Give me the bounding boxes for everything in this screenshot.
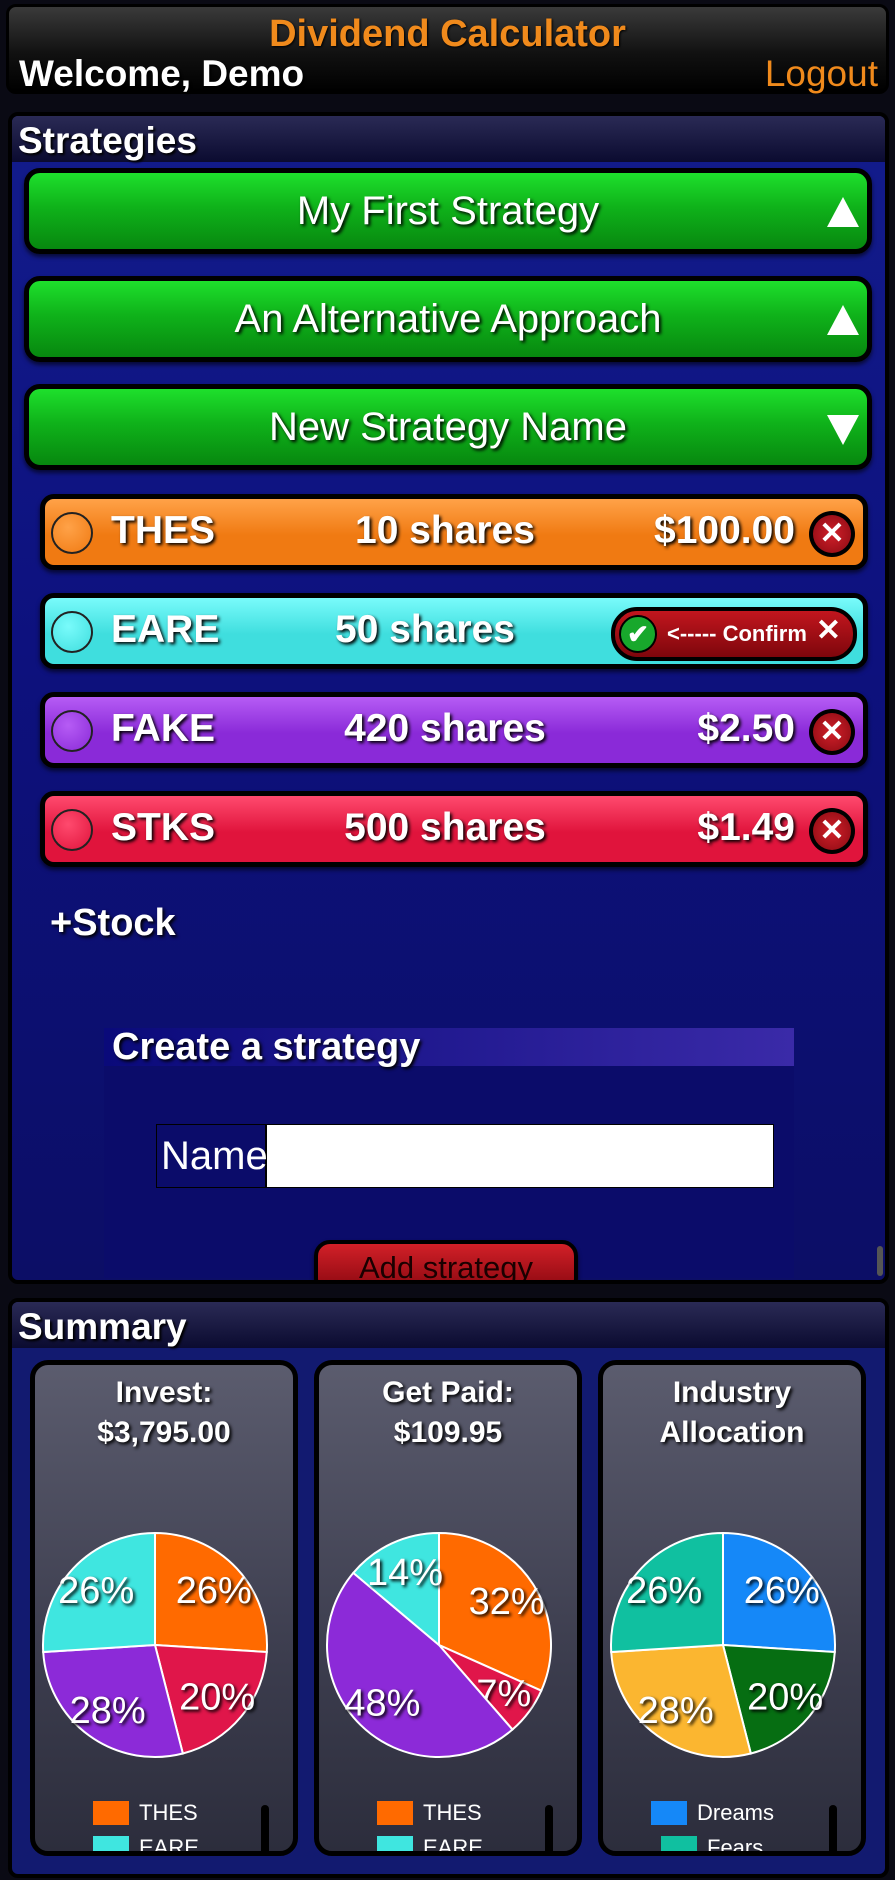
scrollbar[interactable] xyxy=(877,1246,883,1276)
strategies-header: Strategies xyxy=(12,116,885,162)
create-strategy-header: Create a strategy xyxy=(104,1026,794,1068)
confirm-delete-button[interactable]: ✔ <----- Confirm ✕ xyxy=(611,607,857,661)
create-strategy-form: Create a strategy Name Add strategy xyxy=(104,1026,794,1280)
stock-price: $100.00 xyxy=(654,509,795,552)
card-title-line: Invest: xyxy=(115,1376,213,1409)
legend-scrollbar[interactable] xyxy=(829,1805,837,1851)
stock-price: $1.49 xyxy=(697,806,795,849)
pie-slice-label: 26% xyxy=(744,1570,820,1612)
pie-slice-label: 20% xyxy=(179,1676,255,1718)
legend-swatch xyxy=(93,1801,129,1825)
delete-stock-button[interactable]: ✕ xyxy=(809,808,855,854)
expand-up-icon[interactable] xyxy=(827,305,859,335)
card-title: Invest: $3,795.00 xyxy=(35,1373,293,1453)
legend-swatch xyxy=(651,1801,687,1825)
pie-slice-label: 26% xyxy=(58,1570,134,1612)
stock-row[interactable]: STKS 500 shares $1.49 ✕ xyxy=(40,791,868,867)
card-title: Get Paid: $109.95 xyxy=(319,1373,577,1453)
summary-header: Summary xyxy=(12,1302,885,1348)
legend-scrollbar[interactable] xyxy=(261,1805,269,1851)
pie-slice-label: 28% xyxy=(70,1690,146,1732)
legend-swatch xyxy=(661,1836,697,1851)
app-header: Dividend Calculator Welcome, Demo Logout xyxy=(6,4,889,94)
pie-chart: 32%7%48%14% xyxy=(326,1531,552,1758)
card-title-line: Allocation xyxy=(659,1416,805,1449)
add-strategy-button[interactable]: Add strategy xyxy=(314,1240,578,1280)
close-icon: ✕ xyxy=(813,812,851,850)
stock-ticker: FAKE xyxy=(111,707,216,750)
strategy-name: An Alternative Approach xyxy=(234,297,662,341)
check-icon: ✔ xyxy=(619,615,657,653)
summary-card-industry: Industry Allocation 26% 20% 28% 26% Dreams F… xyxy=(598,1360,866,1856)
pie-chart: 26% 20% 28% 26% xyxy=(42,1531,268,1758)
summary-title: Summary xyxy=(18,1306,187,1347)
create-strategy-title: Create a strategy xyxy=(112,1026,421,1068)
stock-shares: 10 shares xyxy=(355,509,535,552)
logout-link[interactable]: Logout xyxy=(765,53,878,95)
legend-label: THES xyxy=(423,1800,482,1825)
confirm-label: <----- Confirm xyxy=(667,621,807,646)
legend-label: THES xyxy=(139,1800,198,1825)
summary-panel: Summary Invest: $3,795.00 26% 20% 28% 26% T… xyxy=(8,1298,889,1878)
strategy-item[interactable]: My First Strategy xyxy=(24,168,872,254)
close-icon: ✕ xyxy=(813,713,851,751)
collapse-down-icon[interactable] xyxy=(827,415,859,445)
app-title: Dividend Calculator xyxy=(269,13,626,55)
stock-select-radio[interactable] xyxy=(51,710,93,752)
legend-swatch xyxy=(377,1836,413,1851)
stock-select-radio[interactable] xyxy=(51,809,93,851)
pie-slice-label: 26% xyxy=(176,1570,252,1612)
strategy-name: My First Strategy xyxy=(296,189,600,233)
name-label: Name xyxy=(156,1124,268,1188)
pie-slice-label: 48% xyxy=(344,1682,420,1724)
strategy-item[interactable]: New Strategy Name xyxy=(24,384,872,470)
stock-row[interactable]: FAKE 420 shares $2.50 ✕ xyxy=(40,692,868,768)
strategy-name-input[interactable] xyxy=(266,1124,774,1188)
close-icon: ✕ xyxy=(813,515,851,553)
legend-swatch xyxy=(93,1836,129,1851)
card-title-line: $3,795.00 xyxy=(97,1416,231,1449)
card-title-line: Get Paid: xyxy=(382,1376,514,1409)
legend-label: Fears xyxy=(707,1835,764,1856)
expand-up-icon[interactable] xyxy=(827,197,859,227)
stock-row[interactable]: THES 10 shares $100.00 ✕ xyxy=(40,494,868,570)
legend-label: EARE xyxy=(139,1835,199,1856)
pie-slice-label: 32% xyxy=(469,1581,545,1623)
delete-stock-button[interactable]: ✕ xyxy=(809,709,855,755)
welcome-text: Welcome, Demo xyxy=(19,53,305,94)
stock-price: $2.50 xyxy=(697,707,795,750)
stock-shares: 500 shares xyxy=(344,806,546,849)
strategy-item[interactable]: An Alternative Approach xyxy=(24,276,872,362)
pie-slice-label: 14% xyxy=(367,1552,443,1594)
stock-shares: 420 shares xyxy=(344,707,546,750)
delete-stock-button[interactable]: ✕ xyxy=(809,511,855,557)
stock-ticker: THES xyxy=(111,509,216,552)
card-title-line: Industry xyxy=(672,1376,792,1409)
pie-slice-label: 28% xyxy=(638,1690,714,1732)
stock-select-radio[interactable] xyxy=(51,611,93,653)
strategies-title: Strategies xyxy=(18,120,197,161)
stock-select-radio[interactable] xyxy=(51,512,93,554)
card-title: Industry Allocation xyxy=(603,1373,861,1453)
legend-label: EARE xyxy=(423,1835,483,1856)
strategy-name: New Strategy Name xyxy=(269,405,627,449)
stock-shares: 50 shares xyxy=(335,608,515,651)
stock-row[interactable]: EARE 50 shares ✔ <----- Confirm ✕ xyxy=(40,593,868,669)
close-icon[interactable]: ✕ xyxy=(816,613,841,648)
legend-scrollbar[interactable] xyxy=(545,1805,553,1851)
strategies-panel: Strategies My First Strategy An Alternat… xyxy=(8,112,889,1284)
pie-chart: 26% 20% 28% 26% xyxy=(610,1531,836,1758)
pie-slice-label: 26% xyxy=(626,1570,702,1612)
pie-slice-label: 20% xyxy=(747,1676,823,1718)
legend-label: Dreams xyxy=(697,1800,775,1825)
stock-ticker: STKS xyxy=(111,806,216,849)
legend-swatch xyxy=(377,1801,413,1825)
summary-card-invest: Invest: $3,795.00 26%20%28%26% THESEAREF… xyxy=(30,1360,298,1856)
card-title-line: $109.95 xyxy=(393,1416,503,1449)
stock-ticker: EARE xyxy=(111,608,220,651)
summary-card-paid: Get Paid: $109.95 32%7%48%14% THESEAREFA… xyxy=(314,1360,582,1856)
add-stock-button[interactable]: +Stock xyxy=(50,902,176,945)
